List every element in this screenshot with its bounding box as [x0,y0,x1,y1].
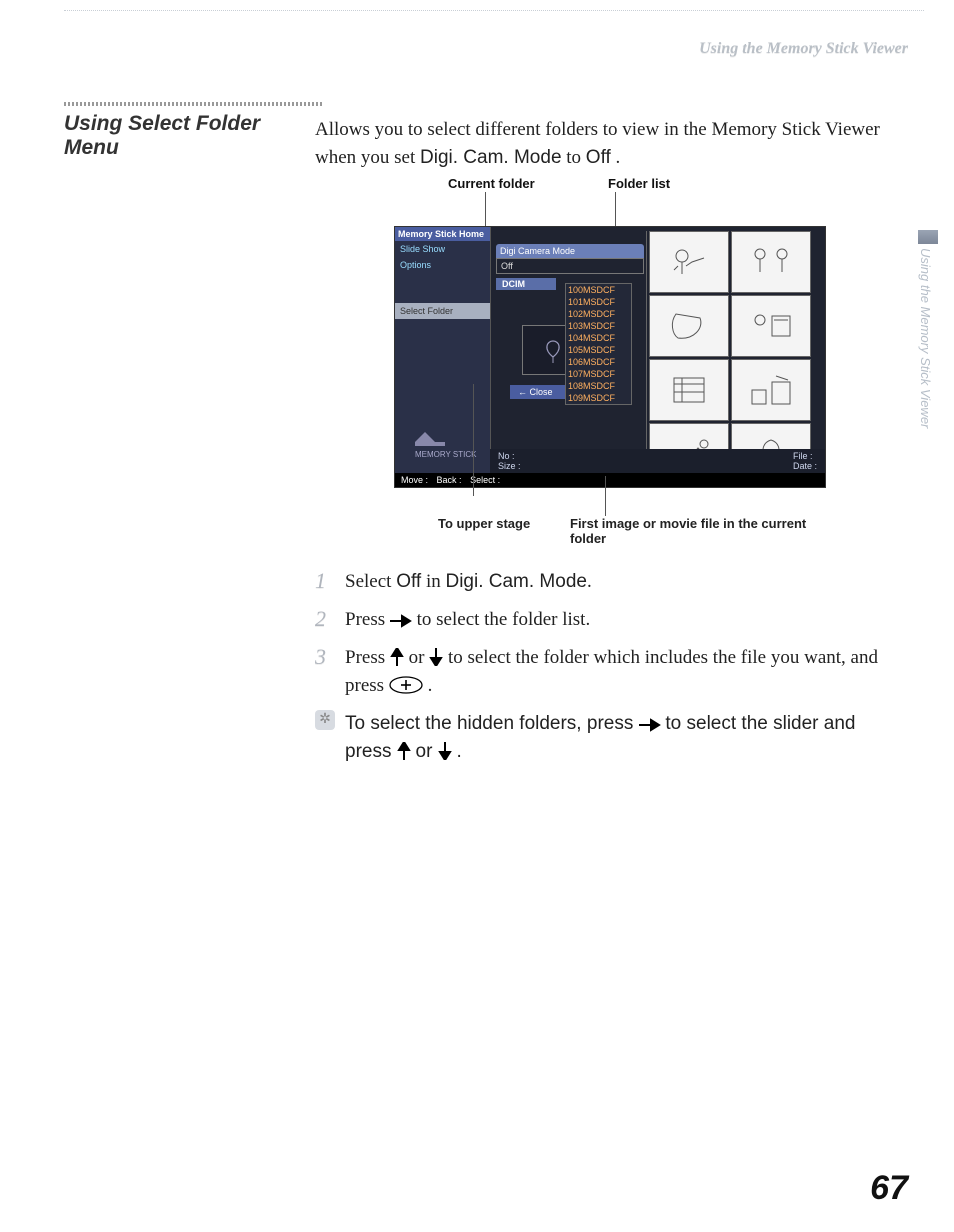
step-3: 3 Press or to select the folder which in… [315,644,905,700]
ss-menu-slideshow: Slide Show [395,241,490,257]
arrow-right-icon [390,614,412,628]
intro-text-3: . [616,147,621,168]
folder-list: 100MSDCF 101MSDCF 102MSDCF 103MSDCF 104M… [565,283,632,405]
ss-mode-value: Off [496,258,644,274]
side-tab: Using the Memory Stick Viewer [918,230,938,428]
step-1: 1 Select Off in Digi. Cam. Mode. [315,568,905,596]
step-number: 3 [315,644,345,700]
steps-list: 1 Select Off in Digi. Cam. Mode. 2 Press… [315,568,905,766]
callout-first-image: First image or movie file in the current… [570,516,830,546]
page-number: 67 [870,1169,908,1208]
tip-note: ✲ To select the hidden folders, press to… [315,710,905,766]
ss-menu-options: Options [395,257,490,273]
list-item: 102MSDCF [566,308,631,320]
callout-upper-stage: To upper stage [438,516,530,531]
figure-area: Current folder Folder list Memory Stick … [315,176,905,496]
side-tab-marker [918,230,938,244]
thumb [649,295,729,357]
ss-dcim: DCIM [496,278,556,290]
arrow-down-icon [438,742,452,760]
arrow-up-icon [397,742,411,760]
list-item: 106MSDCF [566,356,631,368]
callout-folder-list: Folder list [608,176,670,191]
intro-paragraph: Allows you to select different folders t… [315,116,905,172]
arrow-down-icon [429,648,443,666]
arrow-up-icon [390,648,404,666]
ss-info-bar: No :Size : File :Date : [490,449,825,473]
list-item: 107MSDCF [566,368,631,380]
thumbnail-grid [646,231,821,459]
plus-button-icon [389,676,423,694]
leader-line [605,476,606,516]
section-title-decoration [64,102,324,106]
leader-line [473,384,474,496]
list-item: 100MSDCF [566,284,631,296]
thumb [731,295,811,357]
side-tab-label: Using the Memory Stick Viewer [918,248,933,428]
page-header-section: Using the Memory Stick Viewer [699,40,908,58]
tip-icon: ✲ [315,710,345,766]
thumb [649,231,729,293]
thumb [731,231,811,293]
ss-menu-home: Memory Stick Home [395,227,490,241]
step-number: 2 [315,606,345,634]
thumb [649,359,729,421]
list-item: 105MSDCF [566,344,631,356]
intro-value: Off [586,147,611,168]
callout-current-folder: Current folder [448,176,535,191]
arrow-right-icon [639,718,661,732]
memory-stick-icon: MEMORY STICK [415,428,477,459]
list-item: 108MSDCF [566,380,631,392]
list-item: 101MSDCF [566,296,631,308]
list-item: 104MSDCF [566,332,631,344]
intro-mode: Digi. Cam. Mode [420,147,562,168]
step-number: 1 [315,568,345,596]
ss-mode-label: Digi Camera Mode [496,244,644,258]
section-title: Using Select Folder Menu [64,112,294,160]
intro-text-2: to [566,147,586,168]
step-2: 2 Press to select the folder list. [315,606,905,634]
screenshot-diagram: Memory Stick Home Slide Show Options Sel… [394,226,826,488]
ss-menu-select-folder: Select Folder [395,303,490,319]
list-item: 103MSDCF [566,320,631,332]
list-item: 109MSDCF [566,392,631,404]
thumb [731,359,811,421]
ss-bottom-bar: Move : Back : Select : [395,473,825,487]
